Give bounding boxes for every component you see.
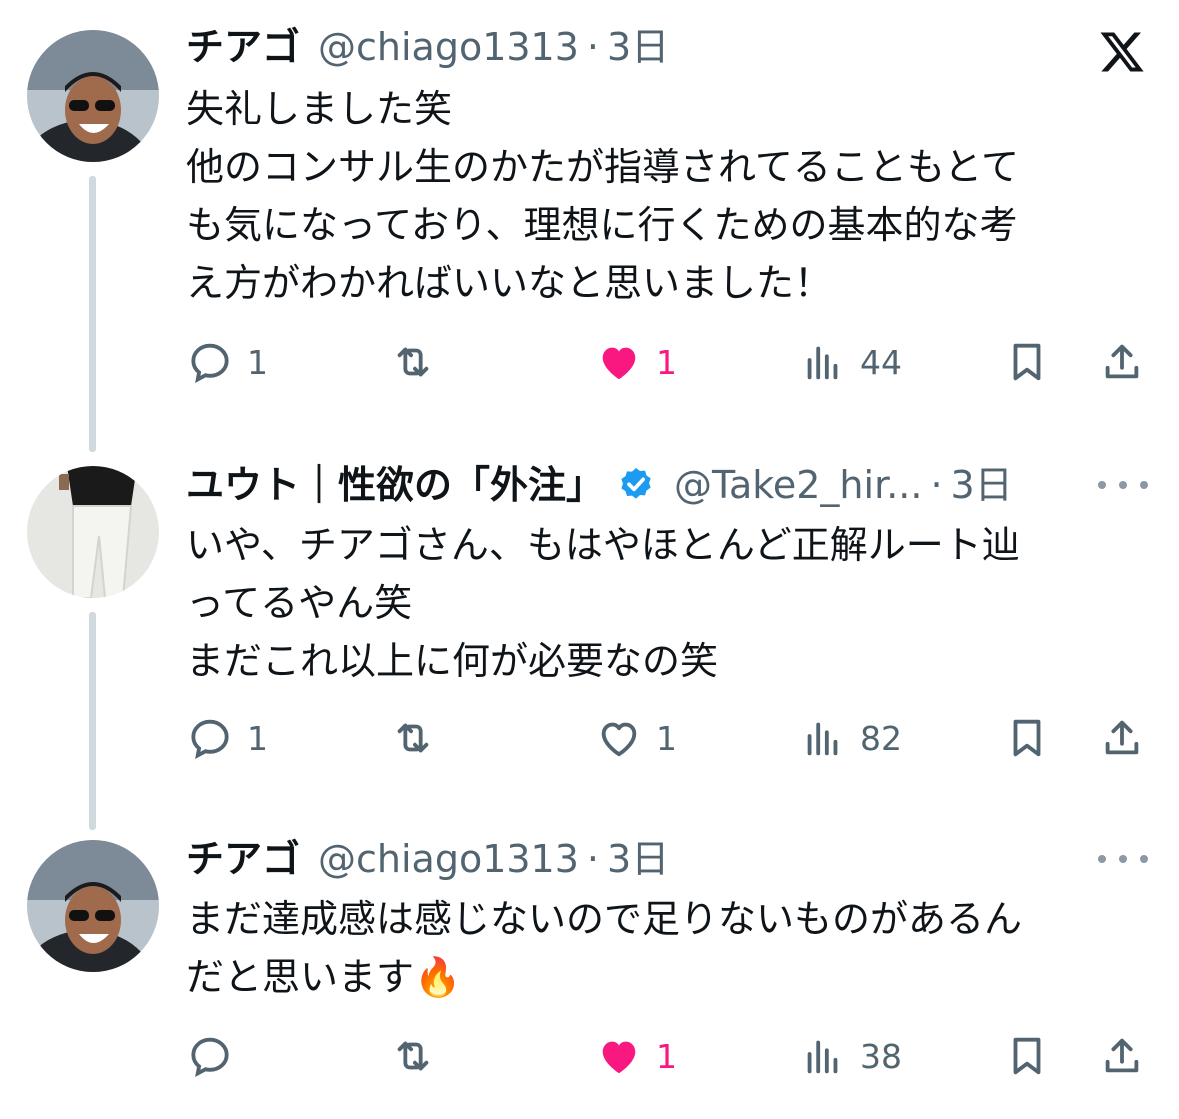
thread-line bbox=[89, 176, 96, 452]
tweet-line: まだ達成感は感じないので足りないものがあるん bbox=[186, 897, 1023, 941]
views-count: 38 bbox=[860, 1036, 902, 1076]
heart-filled-icon bbox=[602, 1041, 636, 1074]
views-count: 44 bbox=[860, 342, 902, 382]
display-name[interactable]: チアゴ bbox=[186, 834, 300, 884]
like-count: 1 bbox=[656, 718, 677, 758]
reply-button[interactable]: 1 bbox=[187, 332, 268, 392]
share-button[interactable] bbox=[1099, 332, 1145, 392]
retweet-icon bbox=[397, 723, 429, 753]
handle[interactable]: @chiago1313 bbox=[318, 22, 579, 72]
timestamp[interactable]: 3日 bbox=[607, 834, 669, 884]
retweet-icon bbox=[397, 347, 429, 377]
retweet-icon bbox=[397, 1041, 429, 1071]
views-icon bbox=[807, 722, 838, 756]
more-options-icon[interactable] bbox=[1098, 849, 1148, 869]
retweet-button[interactable] bbox=[390, 332, 450, 392]
tweet-line: いや、チアゴさん、もはやほとんど正解ルート辿 bbox=[186, 523, 1020, 567]
tweet-line-text: だと思います bbox=[186, 955, 415, 999]
tweet-header: ユウト｜性欲の「外注」 @Take2_hir... · 3日 bbox=[186, 460, 1013, 510]
bookmark-icon bbox=[1013, 1037, 1041, 1075]
bookmark-button[interactable] bbox=[1004, 332, 1050, 392]
separator: · bbox=[930, 463, 943, 507]
reply-button[interactable]: 1 bbox=[187, 708, 268, 768]
tweet-actions: 1 1 82 bbox=[0, 708, 1179, 768]
like-count: 1 bbox=[656, 1036, 677, 1076]
more-options-icon[interactable] bbox=[1098, 475, 1148, 495]
avatar[interactable] bbox=[27, 30, 159, 162]
views-icon bbox=[807, 346, 838, 380]
bookmark-button[interactable] bbox=[1004, 708, 1050, 768]
tweet-line: 他のコンサル生のかたが指導されてることもとて bbox=[186, 145, 1019, 189]
display-name[interactable]: チアゴ bbox=[186, 22, 300, 72]
reply-count: 1 bbox=[247, 342, 268, 382]
timestamp[interactable]: 3日 bbox=[951, 460, 1013, 510]
views-button[interactable]: 38 bbox=[800, 1026, 902, 1086]
reply-icon bbox=[191, 1037, 229, 1078]
like-count: 1 bbox=[656, 342, 677, 382]
avatar[interactable] bbox=[27, 466, 159, 598]
tweet: チアゴ @chiago1313 · 3日 まだ達成感は感じないので足りないものが… bbox=[0, 820, 1179, 1119]
separator: · bbox=[586, 837, 600, 881]
tweet-text: まだ達成感は感じないので足りないものがあるん だと思います🔥 bbox=[186, 890, 1136, 1006]
retweet-button[interactable] bbox=[390, 708, 450, 768]
tweet-header: チアゴ @chiago1313 · 3日 bbox=[186, 834, 669, 884]
views-icon bbox=[807, 1040, 838, 1074]
tweet-line: ってるやん笑 bbox=[186, 581, 413, 625]
display-name[interactable]: ユウト｜性欲の「外注」 bbox=[186, 460, 604, 510]
bookmark-icon bbox=[1013, 343, 1041, 381]
separator: · bbox=[586, 25, 600, 69]
tweet-line: え方がわかればいいなと思いました！ bbox=[186, 261, 833, 305]
reply-icon bbox=[191, 719, 229, 760]
bookmark-icon bbox=[1013, 719, 1041, 757]
views-button[interactable]: 82 bbox=[800, 708, 902, 768]
share-button[interactable] bbox=[1099, 1026, 1145, 1086]
verified-badge-icon bbox=[621, 468, 651, 499]
tweet-line: も気になっており、理想に行くための基本的な考 bbox=[186, 203, 1018, 247]
share-button[interactable] bbox=[1099, 708, 1145, 768]
like-button[interactable]: 1 bbox=[596, 708, 677, 768]
like-button[interactable]: 1 bbox=[596, 1026, 677, 1086]
share-icon bbox=[1105, 1038, 1139, 1073]
heart-filled-icon bbox=[602, 347, 636, 380]
tweet-actions: 1 1 44 bbox=[0, 332, 1179, 392]
handle[interactable]: @Take2_hir... bbox=[674, 460, 922, 510]
share-icon bbox=[1105, 720, 1139, 755]
tweet-text: 失礼しました笑 他のコンサル生のかたが指導されてることもとて も気になっており、… bbox=[186, 80, 1136, 312]
reply-count: 1 bbox=[247, 718, 268, 758]
heart-outline-icon bbox=[601, 722, 637, 757]
avatar[interactable] bbox=[27, 840, 159, 972]
tweet-header: チアゴ @chiago1313 · 3日 bbox=[186, 22, 669, 72]
like-button[interactable]: 1 bbox=[596, 332, 677, 392]
tweet-line: 失礼しました笑 bbox=[186, 87, 453, 131]
handle[interactable]: @chiago1313 bbox=[318, 834, 579, 884]
tweet: チアゴ @chiago1313 · 3日 失礼しました笑 他のコンサル生のかたが… bbox=[0, 0, 1179, 452]
reply-button[interactable] bbox=[187, 1026, 247, 1086]
reply-icon bbox=[191, 343, 229, 384]
tweet: ユウト｜性欲の「外注」 @Take2_hir... · 3日 いや、チアゴさん、… bbox=[0, 440, 1179, 830]
tweet-line: だと思います🔥 bbox=[186, 948, 1136, 1006]
tweet-actions: 1 38 bbox=[0, 1026, 1179, 1086]
bookmark-button[interactable] bbox=[1004, 1026, 1050, 1086]
retweet-button[interactable] bbox=[390, 1026, 450, 1086]
views-count: 82 bbox=[860, 718, 902, 758]
fire-emoji-icon: 🔥 bbox=[414, 955, 462, 999]
tweet-line: まだこれ以上に何が必要なの笑 bbox=[186, 639, 719, 683]
views-button[interactable]: 44 bbox=[800, 332, 902, 392]
timestamp[interactable]: 3日 bbox=[607, 22, 669, 72]
tweet-text: いや、チアゴさん、もはやほとんど正解ルート辿 ってるやん笑 まだこれ以上に何が必… bbox=[186, 516, 1136, 690]
share-icon bbox=[1105, 344, 1139, 379]
